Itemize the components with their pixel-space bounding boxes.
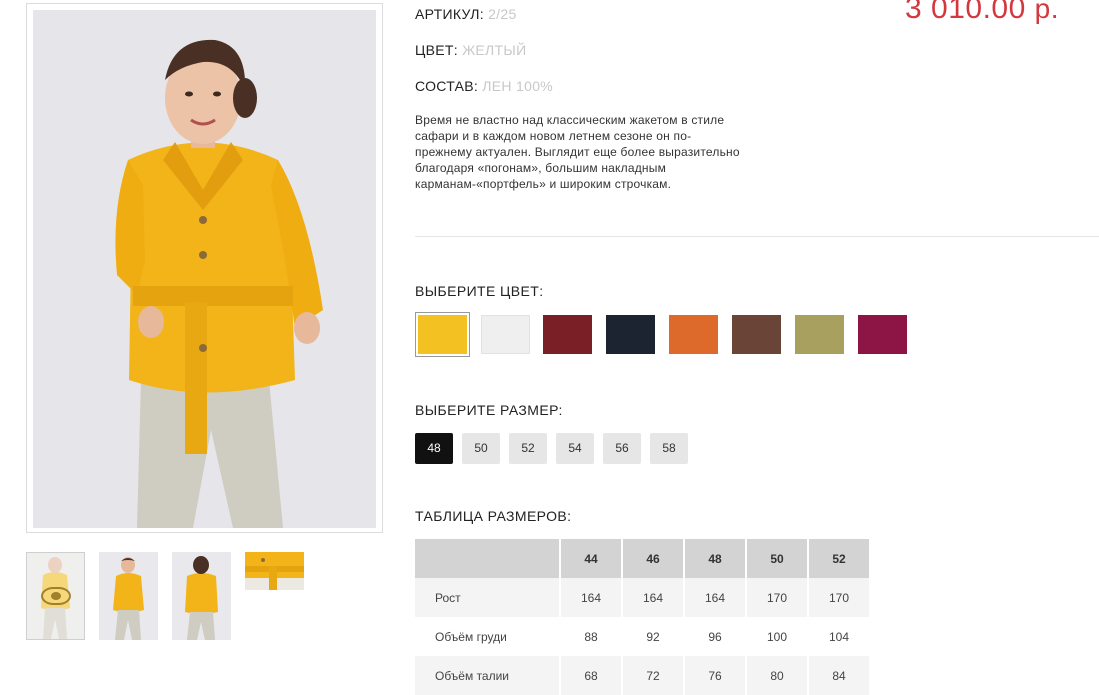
table-cell: 92 bbox=[622, 617, 685, 656]
thumbnail-2[interactable] bbox=[99, 552, 158, 640]
article-value: 2/25 bbox=[488, 6, 517, 22]
size-button-54[interactable]: 54 bbox=[556, 433, 594, 464]
table-cell: 76 bbox=[684, 656, 747, 695]
size-table-header-row: 44 46 48 50 52 bbox=[415, 539, 869, 578]
table-cell: 170 bbox=[808, 578, 869, 617]
table-cell: 164 bbox=[560, 578, 623, 617]
description-line: сафари и в каждом новом летнем сезоне он… bbox=[415, 129, 692, 143]
composition-row: СОСТАВ: ЛЕН 100% bbox=[415, 78, 553, 94]
color-swatch-yellow[interactable] bbox=[415, 312, 470, 357]
divider bbox=[415, 236, 1099, 237]
product-description: Время не властно над классическим жакето… bbox=[415, 112, 775, 192]
table-row: Рост 164 164 164 170 170 bbox=[415, 578, 869, 617]
size-picker-title: ВЫБЕРИТЕ РАЗМЕР: bbox=[415, 402, 563, 418]
table-cell: 68 bbox=[560, 656, 623, 695]
table-cell: 170 bbox=[746, 578, 809, 617]
row-label: Рост bbox=[415, 578, 561, 617]
thumbnail-1[interactable] bbox=[26, 552, 85, 640]
thumbnail-image bbox=[245, 552, 304, 590]
color-swatch-white[interactable] bbox=[481, 315, 530, 354]
size-button-50[interactable]: 50 bbox=[462, 433, 500, 464]
row-label: Объём талии bbox=[415, 656, 561, 695]
color-label: ЦВЕТ: bbox=[415, 42, 458, 58]
size-table-header-cell: 44 bbox=[560, 539, 623, 578]
table-cell: 100 bbox=[746, 617, 809, 656]
product-image bbox=[33, 10, 376, 528]
color-swatch-brown[interactable] bbox=[732, 315, 781, 354]
size-button-58[interactable]: 58 bbox=[650, 433, 688, 464]
composition-value: ЛЕН 100% bbox=[482, 78, 554, 94]
row-label: Объём груди bbox=[415, 617, 561, 656]
table-cell: 164 bbox=[684, 578, 747, 617]
size-table-title: ТАБЛИЦА РАЗМЕРОВ: bbox=[415, 508, 572, 524]
size-table-header-cell bbox=[415, 539, 561, 578]
table-cell: 72 bbox=[622, 656, 685, 695]
size-table-header-cell: 46 bbox=[622, 539, 685, 578]
color-picker-title: ВЫБЕРИТЕ ЦВЕТ: bbox=[415, 283, 544, 299]
thumbnail-4[interactable] bbox=[245, 552, 304, 590]
thumbnail-image bbox=[99, 552, 158, 640]
eye-icon bbox=[41, 587, 71, 605]
description-line: благодаря «погонам», большим накладным bbox=[415, 161, 667, 175]
description-line: карманам-«портфель» и широким строчкам. bbox=[415, 177, 672, 191]
thumbnail-3[interactable] bbox=[172, 552, 231, 640]
size-button-48[interactable]: 48 bbox=[415, 433, 453, 464]
thumbnail-image bbox=[172, 552, 231, 640]
table-row: Объём талии 68 72 76 80 84 bbox=[415, 656, 869, 695]
color-swatch-olive[interactable] bbox=[795, 315, 844, 354]
composition-label: СОСТАВ: bbox=[415, 78, 479, 94]
main-product-photo[interactable] bbox=[26, 3, 383, 533]
size-table-header-cell: 52 bbox=[808, 539, 869, 578]
size-button-56[interactable]: 56 bbox=[603, 433, 641, 464]
color-value: ЖЕЛТЫЙ bbox=[462, 42, 527, 58]
table-row: Объём груди 88 92 96 100 104 bbox=[415, 617, 869, 656]
size-table: 44 46 48 50 52 Рост 164 164 164 170 170 … bbox=[415, 539, 869, 695]
size-table-header-cell: 48 bbox=[684, 539, 747, 578]
article-label: АРТИКУЛ: bbox=[415, 6, 484, 22]
article-row: АРТИКУЛ: 2/25 bbox=[415, 6, 517, 22]
table-cell: 104 bbox=[808, 617, 869, 656]
table-cell: 84 bbox=[808, 656, 869, 695]
product-price: 3 010.00 р. bbox=[905, 0, 1059, 26]
model-illustration bbox=[33, 10, 376, 528]
color-swatch-orange[interactable] bbox=[669, 315, 718, 354]
color-swatch-raspberry[interactable] bbox=[858, 315, 907, 354]
color-swatch-navy[interactable] bbox=[606, 315, 655, 354]
size-table-header-cell: 50 bbox=[746, 539, 809, 578]
description-line: прежнему актуален. Выглядит еще более вы… bbox=[415, 145, 740, 159]
price-currency: р. bbox=[1034, 0, 1059, 24]
color-swatch-burgundy[interactable] bbox=[543, 315, 592, 354]
table-cell: 80 bbox=[746, 656, 809, 695]
color-row: ЦВЕТ: ЖЕЛТЫЙ bbox=[415, 42, 526, 58]
table-cell: 96 bbox=[684, 617, 747, 656]
price-amount: 3 010.00 bbox=[905, 0, 1026, 25]
table-cell: 164 bbox=[622, 578, 685, 617]
table-cell: 88 bbox=[560, 617, 623, 656]
size-button-52[interactable]: 52 bbox=[509, 433, 547, 464]
description-line: Время не властно над классическим жакето… bbox=[415, 113, 725, 127]
